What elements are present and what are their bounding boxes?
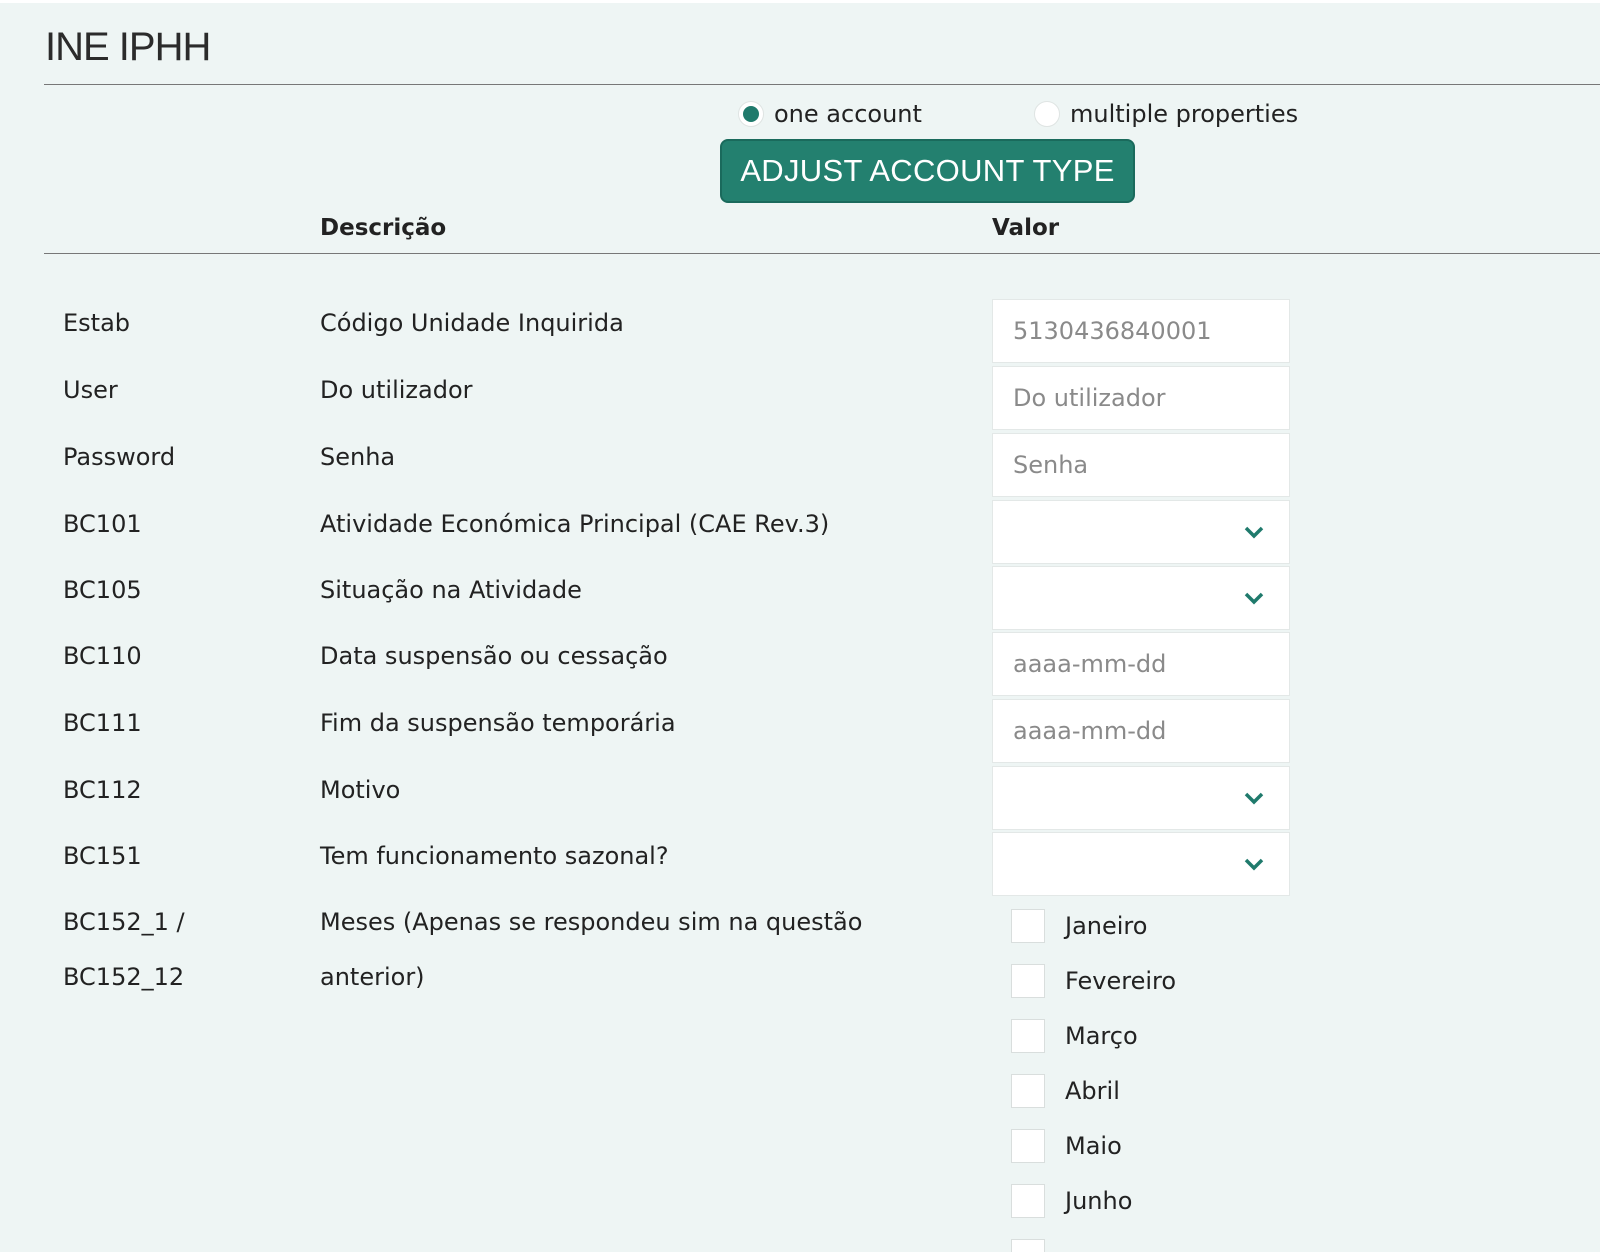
estab-code-value: 5130436840001 bbox=[1013, 317, 1212, 345]
row-code-bc152-start: BC152_1 / bbox=[63, 908, 185, 936]
radio-one-account[interactable]: one account bbox=[738, 100, 922, 128]
column-header-description: Descrição bbox=[320, 215, 447, 241]
bc111-date-placeholder: aaaa-mm-dd bbox=[1013, 717, 1167, 745]
month-checkbox-janeiro[interactable]: Janeiro bbox=[1011, 909, 1147, 943]
month-checkbox-next-partial[interactable] bbox=[1011, 1239, 1045, 1252]
adjust-account-type-button[interactable]: ADJUST ACCOUNT TYPE bbox=[720, 139, 1135, 203]
radio-button-selected[interactable] bbox=[738, 101, 764, 127]
radio-multiple-properties[interactable]: multiple properties bbox=[1034, 100, 1298, 128]
bc110-date-input[interactable]: aaaa-mm-dd bbox=[992, 632, 1290, 696]
checkbox[interactable] bbox=[1011, 1129, 1045, 1163]
user-input-placeholder: Do utilizador bbox=[1013, 384, 1166, 412]
checkbox[interactable] bbox=[1011, 1074, 1045, 1108]
row-description-bc151: Tem funcionamento sazonal? bbox=[320, 842, 669, 870]
radio-one-account-label: one account bbox=[774, 100, 922, 128]
row-description-bc101: Atividade Económica Principal (CAE Rev.3… bbox=[320, 510, 830, 538]
row-code-password: Password bbox=[63, 443, 176, 471]
bc112-select[interactable] bbox=[992, 766, 1290, 830]
estab-code-field[interactable]: 5130436840001 bbox=[992, 299, 1290, 363]
row-code-bc151: BC151 bbox=[63, 842, 142, 870]
bc101-select[interactable] bbox=[992, 500, 1290, 564]
row-code-bc111: BC111 bbox=[63, 709, 142, 737]
page-title: INE IPHH bbox=[45, 25, 211, 69]
chevron-down-icon bbox=[1244, 526, 1264, 539]
chevron-down-icon bbox=[1244, 858, 1264, 871]
title-divider bbox=[44, 84, 1600, 85]
row-description-estab: Código Unidade Inquirida bbox=[320, 309, 624, 337]
bc151-select[interactable] bbox=[992, 832, 1290, 896]
checkbox[interactable] bbox=[1011, 1019, 1045, 1053]
chevron-down-icon bbox=[1244, 792, 1264, 805]
month-label: Março bbox=[1065, 1022, 1138, 1050]
month-checkbox-marco[interactable]: Março bbox=[1011, 1019, 1138, 1053]
column-header-value: Valor bbox=[992, 215, 1060, 241]
user-input[interactable]: Do utilizador bbox=[992, 366, 1290, 430]
radio-button-unselected[interactable] bbox=[1034, 101, 1060, 127]
row-code-bc110: BC110 bbox=[63, 642, 142, 670]
month-label: Abril bbox=[1065, 1077, 1120, 1105]
bc111-date-input[interactable]: aaaa-mm-dd bbox=[992, 699, 1290, 763]
checkbox[interactable] bbox=[1011, 1184, 1045, 1218]
checkbox[interactable] bbox=[1011, 964, 1045, 998]
month-checkbox-abril[interactable]: Abril bbox=[1011, 1074, 1120, 1108]
header-divider bbox=[44, 253, 1600, 254]
month-label: Fevereiro bbox=[1065, 967, 1177, 995]
radio-selected-dot bbox=[743, 106, 759, 122]
bc105-select[interactable] bbox=[992, 566, 1290, 630]
month-label: Junho bbox=[1065, 1187, 1133, 1215]
row-description-bc110: Data suspensão ou cessação bbox=[320, 642, 668, 670]
month-checkbox-maio[interactable]: Maio bbox=[1011, 1129, 1122, 1163]
month-label: Janeiro bbox=[1065, 912, 1148, 940]
row-code-bc105: BC105 bbox=[63, 576, 142, 604]
row-description-bc152-continued: anterior) bbox=[320, 963, 425, 991]
row-code-bc112: BC112 bbox=[63, 776, 142, 804]
month-checkbox-fevereiro[interactable]: Fevereiro bbox=[1011, 964, 1176, 998]
row-description-bc105: Situação na Atividade bbox=[320, 576, 582, 604]
survey-form-page: INE IPHH one account multiple properties… bbox=[0, 3, 1600, 1252]
chevron-down-icon bbox=[1244, 592, 1264, 605]
row-code-estab: Estab bbox=[63, 309, 131, 337]
month-checkbox-junho[interactable]: Junho bbox=[1011, 1184, 1132, 1218]
row-description-bc111: Fim da suspensão temporária bbox=[320, 709, 676, 737]
row-code-bc152-end: BC152_12 bbox=[63, 963, 185, 991]
row-description-user: Do utilizador bbox=[320, 376, 473, 404]
checkbox[interactable] bbox=[1011, 1239, 1045, 1252]
row-code-user: User bbox=[63, 376, 118, 404]
radio-multiple-properties-label: multiple properties bbox=[1070, 100, 1299, 128]
bc110-date-placeholder: aaaa-mm-dd bbox=[1013, 650, 1167, 678]
row-description-password: Senha bbox=[320, 443, 396, 471]
password-input-placeholder: Senha bbox=[1013, 451, 1089, 479]
row-description-bc112: Motivo bbox=[320, 776, 401, 804]
row-description-bc152: Meses (Apenas se respondeu sim na questã… bbox=[320, 908, 863, 936]
password-input[interactable]: Senha bbox=[992, 433, 1290, 497]
checkbox[interactable] bbox=[1011, 909, 1045, 943]
month-label: Maio bbox=[1065, 1132, 1122, 1160]
row-code-bc101: BC101 bbox=[63, 510, 142, 538]
